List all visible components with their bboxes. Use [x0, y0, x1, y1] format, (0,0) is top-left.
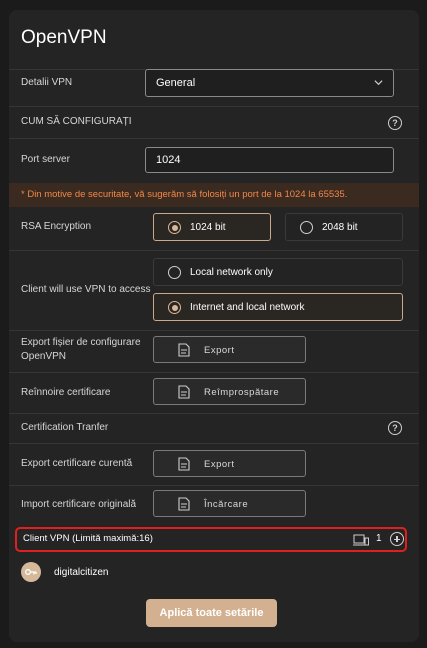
- import-cert-button[interactable]: Încărcare: [153, 490, 306, 517]
- rsa-1024-radio[interactable]: 1024 bit: [153, 213, 271, 241]
- divider: [9, 138, 419, 139]
- devices-icon: [353, 534, 369, 546]
- chevron-down-icon: [374, 80, 383, 86]
- export-config-button[interactable]: Export: [153, 336, 306, 363]
- client-count: 1: [376, 533, 382, 544]
- divider: [9, 413, 419, 414]
- port-warning: * Din motive de securitate, vă sugerăm s…: [9, 183, 419, 207]
- local-network-only-label: Local network only: [190, 267, 273, 278]
- client-vpn-row: Client VPN (Limită maximă:16) 1: [15, 527, 407, 552]
- help-icon[interactable]: ?: [388, 421, 402, 435]
- plus-icon[interactable]: [390, 532, 404, 546]
- divider: [9, 372, 419, 373]
- internet-and-local-label: Internet and local network: [190, 302, 305, 313]
- access-label: Client will use VPN to access: [21, 284, 151, 295]
- avatar: [21, 562, 41, 582]
- openvpn-panel: OpenVPN Detalii VPN General CUM SĂ CONFI…: [9, 10, 419, 642]
- help-icon[interactable]: ?: [388, 116, 402, 130]
- client-username: digitalcitizen: [54, 567, 109, 578]
- divider: [9, 443, 419, 444]
- rsa-label: RSA Encryption: [21, 221, 92, 232]
- rsa-2048-radio[interactable]: 2048 bit: [285, 213, 403, 241]
- export-config-label: Export fișier de configurare OpenVPN: [21, 337, 141, 362]
- document-icon: [178, 497, 190, 511]
- divider: [9, 106, 419, 107]
- client-vpn-label: Client VPN (Limită maximă:16): [23, 533, 153, 544]
- rsa-1024-label: 1024 bit: [190, 222, 226, 233]
- page-title: OpenVPN: [21, 27, 107, 48]
- import-cert-label: Import certificare originală: [21, 499, 137, 510]
- vpn-details-label: Detalii VPN: [21, 77, 73, 88]
- radio-checked-icon: [168, 301, 181, 314]
- key-icon: [25, 569, 37, 575]
- vpn-details-select[interactable]: General: [145, 69, 394, 97]
- divider: [9, 250, 419, 251]
- how-to-label: CUM SĂ CONFIGURAȚI: [21, 116, 132, 127]
- radio-unchecked-icon: [300, 221, 313, 234]
- export-config-button-label: Export: [204, 345, 235, 356]
- renew-cert-label: Reînnoire certificare: [21, 387, 111, 398]
- document-icon: [178, 385, 190, 399]
- renew-cert-button-label: Reîmprospătare: [204, 387, 280, 398]
- radio-checked-icon: [168, 221, 181, 234]
- port-label: Port server: [21, 154, 70, 165]
- divider: [9, 330, 419, 331]
- port-input[interactable]: 1024: [145, 147, 394, 173]
- export-cert-label: Export certificare curentă: [21, 458, 133, 469]
- export-cert-button-label: Export: [204, 459, 235, 470]
- apply-all-settings-button[interactable]: Aplică toate setările: [146, 599, 277, 627]
- document-icon: [178, 457, 190, 471]
- radio-unchecked-icon: [168, 266, 181, 279]
- internet-and-local-radio[interactable]: Internet and local network: [153, 293, 403, 321]
- export-cert-button[interactable]: Export: [153, 450, 306, 477]
- vpn-details-value: General: [156, 77, 196, 89]
- divider: [9, 485, 419, 486]
- rsa-2048-label: 2048 bit: [322, 222, 358, 233]
- renew-cert-button[interactable]: Reîmprospătare: [153, 378, 306, 405]
- import-cert-button-label: Încărcare: [204, 499, 249, 510]
- document-icon: [178, 343, 190, 357]
- local-network-only-radio[interactable]: Local network only: [153, 258, 403, 286]
- cert-transfer-label: Certification Tranfer: [21, 422, 109, 433]
